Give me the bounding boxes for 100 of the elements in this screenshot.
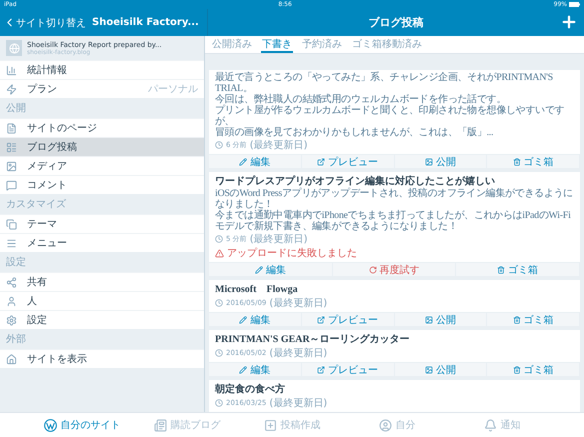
post-excerpt: iOSのWord Pressアプリがアップデートされ、投稿のオフライン編集ができるようになりました！ bbox=[215, 188, 574, 210]
section-heading: 設定 bbox=[5, 256, 27, 270]
retry-icon bbox=[368, 266, 376, 274]
image-icon bbox=[6, 160, 17, 172]
post-action-button[interactable]: プレビュー bbox=[302, 363, 394, 376]
pencil-icon bbox=[254, 266, 263, 274]
image-icon bbox=[424, 158, 433, 166]
share-icon bbox=[6, 276, 17, 288]
image-icon bbox=[424, 366, 433, 374]
add-post-button[interactable] bbox=[560, 13, 578, 31]
sidebar-item-label: サイトを表示 bbox=[27, 352, 87, 366]
tab-bar-item[interactable]: 通知 bbox=[450, 413, 554, 437]
tab-bar-item[interactable]: 自分 bbox=[344, 413, 450, 437]
clock-icon bbox=[215, 141, 223, 149]
post-excerpt: 冒頭の画像を見ておわかりかもしれませんが、これは、「版」... bbox=[215, 127, 494, 138]
home-icon bbox=[6, 354, 17, 364]
error-message: アップロードに失敗しました bbox=[227, 246, 357, 260]
tab-bar-item[interactable]: 自分のサイト bbox=[30, 413, 134, 437]
clock-icon bbox=[215, 299, 223, 307]
post-excerpt: 最近で言うところの「やってみた」系、チャレンジ企画、それがPRINTMAN'S TRIAL。 bbox=[215, 72, 554, 94]
post-action-button[interactable]: プレビュー bbox=[302, 155, 394, 168]
clock-icon bbox=[215, 235, 223, 243]
post-date-note: (最終更新日) bbox=[250, 232, 308, 246]
comment-icon bbox=[6, 180, 17, 190]
list-icon bbox=[6, 142, 17, 152]
post-excerpt: プリント屋が作るウェルカムボードと聞くと、印刷された物を想像しやすいですが、 bbox=[215, 105, 566, 127]
page-icon bbox=[6, 122, 17, 134]
battery-icon bbox=[569, 2, 580, 7]
sidebar-item-label: プラン bbox=[27, 82, 57, 96]
clock-icon bbox=[215, 349, 223, 357]
bell-icon bbox=[484, 418, 496, 432]
sidebar-item-label: コメント bbox=[27, 179, 67, 192]
back-button[interactable]: サイト切り替え bbox=[3, 16, 86, 30]
filter-tab[interactable]: 予約済み bbox=[301, 36, 343, 53]
post-date-note: (最終更新日) bbox=[269, 346, 328, 360]
bar-chart-icon bbox=[6, 64, 17, 76]
post-date-note: (最終更新日) bbox=[269, 396, 328, 410]
clock-icon bbox=[215, 399, 223, 407]
external-link-icon bbox=[317, 158, 326, 166]
post-date-note: (最終更新日) bbox=[269, 296, 328, 310]
post-action-button[interactable]: プレビュー bbox=[302, 313, 394, 326]
post-action-button[interactable]: 編集 bbox=[209, 363, 302, 376]
post-title[interactable]: 朝定食の食べ方 bbox=[215, 382, 574, 396]
person-icon bbox=[378, 418, 392, 432]
post-date-note: (最終更新日) bbox=[250, 138, 308, 152]
sidebar-item-label: 共有 bbox=[27, 276, 47, 289]
wordpress-logo-icon bbox=[44, 418, 56, 432]
section-heading: カスタマイズ bbox=[5, 198, 67, 212]
trash-icon bbox=[512, 158, 521, 166]
tab-bar-item[interactable]: 投稿作成 bbox=[240, 413, 344, 437]
sidebar-item-label: ブログ投稿 bbox=[27, 140, 77, 154]
add-post-icon bbox=[264, 418, 276, 432]
pencil-icon bbox=[239, 316, 248, 324]
post-excerpt: 今回は、弊社職人の結婚式用のウェルカムボードを作った話です。 bbox=[215, 94, 508, 105]
sidebar-item-label: 設定 bbox=[27, 314, 47, 327]
external-link-icon bbox=[317, 316, 326, 324]
filter-tab[interactable]: ゴミ箱移動済み bbox=[351, 36, 423, 53]
post-action-button[interactable]: 編集 bbox=[209, 263, 333, 276]
filter-tab[interactable]: 下書き bbox=[261, 36, 293, 53]
menu-icon bbox=[6, 238, 17, 248]
sidebar-item-label: 統計情報 bbox=[27, 64, 67, 77]
post-action-button[interactable]: 再度試す bbox=[332, 263, 456, 276]
site-title: Shoeisilk Factory... bbox=[92, 17, 199, 28]
sidebar-item-label: 人 bbox=[27, 295, 37, 308]
layers-icon bbox=[6, 218, 17, 230]
post-title[interactable]: ワードプレスアプリがオフライン編集に対応したことが嬉しい bbox=[215, 174, 574, 188]
person-icon bbox=[6, 296, 17, 306]
sidebar-item-label: メニュー bbox=[27, 237, 67, 250]
section-heading: 公開 bbox=[5, 102, 27, 116]
post-action-button[interactable]: 公開 bbox=[394, 155, 488, 168]
post-title[interactable]: Microsoft Flowga bbox=[215, 282, 574, 296]
post-action-button[interactable]: ゴミ箱 bbox=[487, 363, 580, 376]
site-icon bbox=[6, 40, 22, 56]
tab-bar-item[interactable]: 購読ブログ bbox=[134, 413, 240, 437]
post-excerpt: 今までは通勤中電車内でiPhoneでちまちま打ってましたが、これからはiPadのWi-Fiモデルで新規下書き、編集ができるようになりました！ bbox=[215, 210, 572, 232]
trash-icon bbox=[512, 366, 521, 374]
sidebar-item-label: サイトのページ bbox=[27, 122, 97, 135]
post-action-button[interactable]: 公開 bbox=[394, 363, 488, 376]
external-link-icon bbox=[317, 366, 326, 374]
post-action-button[interactable]: ゴミ箱 bbox=[456, 263, 580, 276]
post-action-button[interactable]: ゴミ箱 bbox=[487, 313, 580, 326]
sidebar-item[interactable]: ブログ投稿 bbox=[0, 137, 204, 156]
settings-icon bbox=[6, 314, 17, 326]
post-action-button[interactable]: 編集 bbox=[209, 313, 302, 326]
post-title[interactable]: PRINTMAN'S GEAR～ローリングカッター bbox=[215, 332, 574, 346]
post-action-button[interactable]: 公開 bbox=[394, 313, 488, 326]
plan-value: パーソナル bbox=[148, 83, 198, 96]
newspaper-icon bbox=[154, 418, 166, 432]
page-title: ブログ投稿 bbox=[368, 15, 424, 30]
sidebar-item-label: メディア bbox=[27, 160, 67, 173]
pencil-icon bbox=[239, 366, 248, 374]
lightning-icon bbox=[6, 84, 17, 94]
pencil-icon bbox=[239, 158, 248, 166]
sidebar-item-label: テーマ bbox=[27, 218, 57, 231]
filter-tab[interactable]: 公開済み bbox=[211, 36, 253, 53]
trash-icon bbox=[497, 266, 506, 274]
post-action-button[interactable]: ゴミ箱 bbox=[487, 155, 580, 168]
post-action-button[interactable]: 編集 bbox=[209, 155, 302, 168]
section-heading: 外部 bbox=[5, 332, 27, 347]
warning-icon bbox=[215, 248, 224, 258]
